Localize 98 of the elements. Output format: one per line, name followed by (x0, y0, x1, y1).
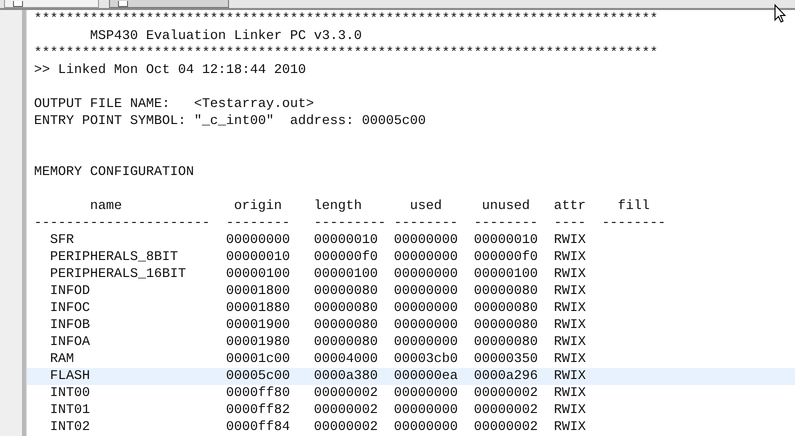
table-cell-text: PERIPHERALS_16BIT (48, 266, 186, 283)
table-cell-text: PERIPHERALS_8BIT (48, 249, 178, 266)
table-cell: 00000010 (314, 232, 378, 249)
table-cell: 00000000 (394, 385, 458, 402)
table-cell: RWIX (554, 402, 586, 419)
table-cell-text: SFR (48, 232, 74, 249)
table-cell: 00000000 (394, 249, 458, 266)
table-cell: 00001800 (226, 283, 290, 300)
table-cell: 00000002 (314, 402, 378, 419)
mouse-pointer-icon (774, 4, 786, 23)
table-cell: 00000000 (394, 266, 458, 283)
table-cell: 000000f0 (474, 249, 538, 266)
table-cell: 00000010 (474, 232, 538, 249)
table-cell: RWIX (554, 266, 586, 283)
table-cell: 0000a296 (474, 368, 538, 385)
table-cell: 000000ea (394, 368, 458, 385)
table-cell: 00005c00 (226, 368, 290, 385)
table-cell-text: INT02 (48, 419, 90, 436)
table-cell: RWIX (554, 368, 586, 385)
table-cell: 00000080 (314, 334, 378, 351)
table-cell: RWIX (554, 283, 586, 300)
table-cell: RWIX (554, 419, 586, 436)
table-cell: 00000000 (394, 232, 458, 249)
table-cell: 00000000 (226, 232, 290, 249)
table-cell: 000000f0 (314, 249, 378, 266)
editor-tab[interactable] (4, 0, 99, 8)
table-cell: 0000a380 (314, 368, 378, 385)
table-cell: 0000ff82 (226, 402, 290, 419)
table-cell: RWIX (554, 232, 586, 249)
table-cell: 00003cb0 (394, 351, 458, 368)
table-cell: 00000000 (394, 419, 458, 436)
table-cell: 00000000 (394, 283, 458, 300)
table-cell: 00001900 (226, 317, 290, 334)
table-cell: 00000080 (474, 334, 538, 351)
table-cell: 00001980 (226, 334, 290, 351)
table-cell: 00001c00 (226, 351, 290, 368)
table-cell: 00000000 (394, 334, 458, 351)
separator-text: --------- (314, 215, 386, 232)
table-cell: 00000100 (226, 266, 290, 283)
table-cell-text: INT01 (48, 402, 90, 419)
table-cell: 00000000 (394, 300, 458, 317)
table-cell: 00000002 (474, 402, 538, 419)
table-cell: 00000000 (394, 317, 458, 334)
separator-text: -------- (474, 215, 538, 232)
column-header: attr (554, 198, 586, 215)
separator-text: -------- (602, 215, 666, 232)
table-cell: 00000100 (474, 266, 538, 283)
table-cell: 00000010 (226, 249, 290, 266)
table-cell: 00000002 (474, 419, 538, 436)
table-cell-text: RAM (48, 351, 74, 368)
table-cell: 00000080 (314, 283, 378, 300)
table-cell: 00000002 (474, 385, 538, 402)
table-cell: 0000ff84 (226, 419, 290, 436)
table-cell: RWIX (554, 249, 586, 266)
separator-text: ---- (554, 215, 586, 232)
text-line: OUTPUT FILE NAME: <Testarray.out> (34, 97, 314, 112)
table-cell: 00000080 (314, 317, 378, 334)
table-cell: RWIX (554, 317, 586, 334)
table-cell: RWIX (554, 385, 586, 402)
text-line: ENTRY POINT SYMBOL: "_c_int00" address: 00005c00 (34, 114, 426, 129)
table-cell: RWIX (554, 351, 586, 368)
table-cell: RWIX (554, 334, 586, 351)
table-cell: 00000000 (394, 402, 458, 419)
table-cell-text: INT00 (48, 385, 90, 402)
file-icon (13, 1, 23, 7)
text-line: MEMORY CONFIGURATION (34, 165, 194, 180)
file-icon (118, 1, 128, 7)
table-cell-text: INFOB (48, 317, 90, 334)
table-cell-text: INFOA (48, 334, 90, 351)
column-header: fill (616, 198, 650, 215)
separator-text: -------- (394, 215, 458, 232)
table-cell-text: INFOD (48, 283, 90, 300)
table-cell: RWIX (554, 300, 586, 317)
separator-text: -------- (226, 215, 290, 232)
column-header: name (88, 198, 122, 215)
column-header: length (314, 198, 362, 215)
table-cell: 00004000 (314, 351, 378, 368)
table-cell: 00000002 (314, 419, 378, 436)
table-cell: 00000080 (314, 300, 378, 317)
table-cell: 00000350 (474, 351, 538, 368)
column-header: unused (480, 198, 530, 215)
table-cell-text: FLASH (48, 368, 90, 385)
text-line: MSP430 Evaluation Linker PC v3.3.0 (88, 29, 362, 44)
table-cell: 00000100 (314, 266, 378, 283)
table-cell: 00000080 (474, 317, 538, 334)
table-cell: 00001880 (226, 300, 290, 317)
column-header: used (408, 198, 442, 215)
table-cell: 00000080 (474, 283, 538, 300)
table-cell: 0000ff80 (226, 385, 290, 402)
table-cell-text: INFOC (48, 300, 90, 317)
table-cell: 00000080 (474, 300, 538, 317)
text-line: ****************************************************************************** (34, 46, 658, 61)
separator-text: ---------------------- (34, 215, 210, 232)
table-cell: 00000002 (314, 385, 378, 402)
text-line: >> Linked Mon Oct 04 12:18:44 2010 (34, 63, 306, 78)
editor-tab[interactable] (109, 0, 229, 8)
text-line: ****************************************************************************** (34, 12, 658, 27)
column-header: origin (232, 198, 282, 215)
